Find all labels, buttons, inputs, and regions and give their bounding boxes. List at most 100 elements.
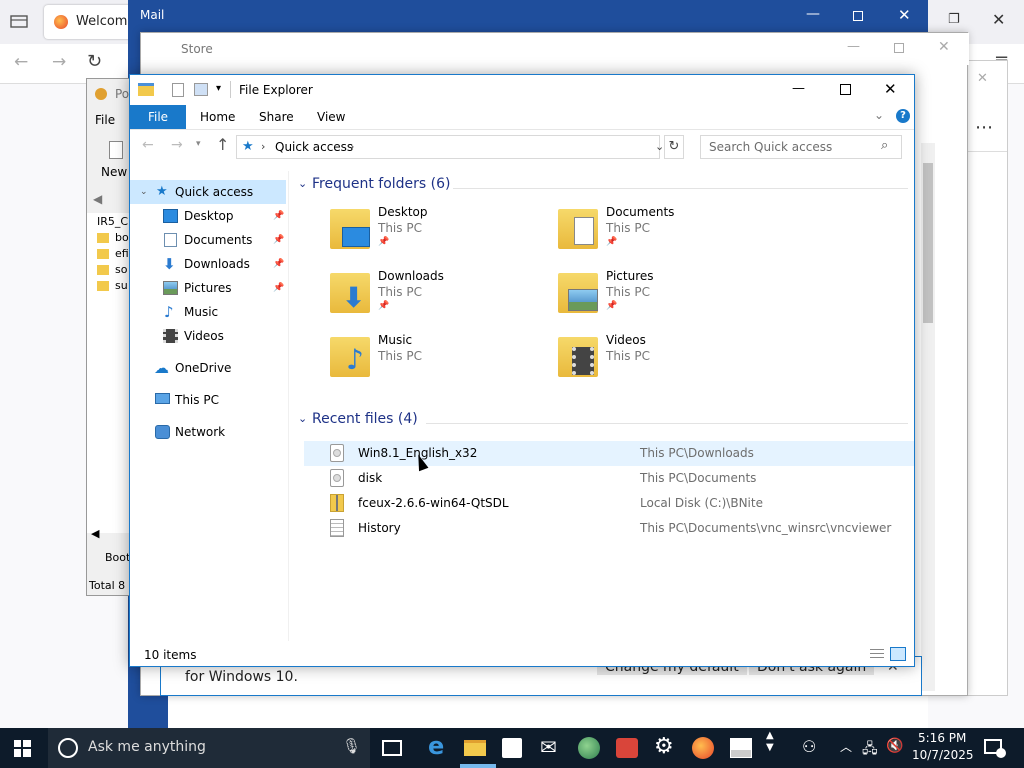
task-view-icon[interactable] xyxy=(382,740,402,756)
store-taskbar-icon[interactable] xyxy=(502,738,522,758)
edge-close-button[interactable]: ✕ xyxy=(977,71,988,86)
collapse-chevron-icon[interactable]: ⌄ xyxy=(298,412,307,425)
help-icon[interactable]: ? xyxy=(896,109,910,123)
tree-root[interactable]: IR5_C xyxy=(97,215,128,228)
explorer-close-button[interactable]: ✕ xyxy=(884,80,897,98)
collapse-chevron-icon[interactable]: ⌄ xyxy=(298,177,307,190)
nav-item-videos[interactable]: Videos xyxy=(130,324,286,348)
nav-item-desktop[interactable]: Desktop 📌 xyxy=(130,204,286,228)
network-tray-icon[interactable]: 🖧 xyxy=(862,738,878,762)
store-scroll-thumb[interactable] xyxy=(923,163,933,323)
firefox-close-button[interactable]: ✕ xyxy=(992,10,1005,29)
recent-file-row[interactable]: Win8.1_English_x32 This PC\Downloads xyxy=(304,441,914,466)
taskbar-overflow-icon[interactable]: ▲ ▼ xyxy=(766,730,774,754)
folder-tile-documents[interactable]: Documents This PC 📌 xyxy=(558,205,758,261)
pin-icon[interactable]: 📌 xyxy=(273,228,284,252)
globe-app-icon[interactable] xyxy=(578,737,600,759)
recent-file-row[interactable]: fceux-2.6.6-win64-QtSDL Local Disk (C:)\… xyxy=(304,491,914,516)
expand-ribbon-icon[interactable]: ⌄ xyxy=(874,108,884,122)
scroll-left-icon[interactable]: ◀ xyxy=(91,527,99,540)
volume-muted-icon[interactable]: 🔇 xyxy=(886,738,903,754)
pin-icon[interactable]: 📌 xyxy=(273,252,284,276)
clock-time[interactable]: 5:16 PM xyxy=(918,731,966,745)
store-maximize-button[interactable] xyxy=(894,43,904,53)
recent-files-group-header[interactable]: ⌄ Recent files (4) xyxy=(298,411,910,433)
address-dropdown-icon[interactable]: ⌄ xyxy=(655,140,664,153)
back-button-icon[interactable]: ← xyxy=(142,137,154,153)
firefox-tab-welcome[interactable]: Welcome xyxy=(44,5,135,39)
pin-icon[interactable]: 📌 xyxy=(273,204,284,228)
recent-file-row[interactable]: disk This PC\Documents xyxy=(304,466,914,491)
nav-item-downloads[interactable]: ⬇ Downloads 📌 xyxy=(130,252,286,276)
explorer-maximize-button[interactable] xyxy=(840,84,851,95)
nav-item-network[interactable]: Network xyxy=(130,420,286,444)
pin-icon[interactable]: 📌 xyxy=(606,237,617,247)
folder-tile-videos[interactable]: Videos This PC xyxy=(558,333,758,389)
ribbon-tab-home[interactable]: Home xyxy=(200,110,235,124)
pin-icon[interactable]: 📌 xyxy=(378,237,389,247)
pin-icon[interactable]: 📌 xyxy=(273,276,284,300)
mail-taskbar-icon[interactable]: ✉ xyxy=(540,735,557,759)
nav-quick-access[interactable]: ⌄ ★ Quick access xyxy=(130,180,286,204)
firefox-taskbar-icon[interactable] xyxy=(692,737,714,759)
pane-divider[interactable] xyxy=(288,171,289,641)
reload-icon[interactable]: ↻ xyxy=(87,51,102,72)
poweriso-menu-file[interactable]: File xyxy=(95,113,115,127)
explorer-minimize-button[interactable]: — xyxy=(792,81,805,96)
show-hidden-icons-chevron[interactable]: ︿ xyxy=(840,738,852,755)
photos-taskbar-icon[interactable] xyxy=(730,738,752,758)
firefox-restore-button[interactable]: ❐ xyxy=(948,12,960,27)
file-explorer-taskbar-icon[interactable] xyxy=(464,740,486,756)
expand-chevron-icon[interactable]: ⌄ xyxy=(140,180,148,204)
pin-icon[interactable]: 📌 xyxy=(606,301,617,311)
poweriso-taskbar-icon[interactable] xyxy=(616,738,638,758)
new-folder-icon[interactable] xyxy=(194,83,208,96)
ribbon-tab-view[interactable]: View xyxy=(317,110,345,124)
details-view-icon[interactable] xyxy=(870,649,884,661)
frequent-folders-group-header[interactable]: ⌄ Frequent folders (6) xyxy=(298,176,910,198)
recent-locations-icon[interactable]: ▾ xyxy=(196,139,201,149)
settings-gear-icon[interactable]: ⚙ xyxy=(654,734,674,759)
nav-item-onedrive[interactable]: ☁ OneDrive xyxy=(130,356,286,380)
ribbon-tab-share[interactable]: Share xyxy=(259,110,294,124)
folder-tile-music[interactable]: ♪ Music This PC xyxy=(330,333,530,389)
refresh-button-icon[interactable]: ↻ xyxy=(664,135,684,159)
folder-tile-desktop[interactable]: Desktop This PC 📌 xyxy=(330,205,530,261)
cortana-search-input[interactable]: Ask me anything xyxy=(88,739,206,755)
properties-icon[interactable] xyxy=(172,83,184,97)
search-input[interactable]: Search Quick access xyxy=(709,140,832,154)
nav-item-music[interactable]: ♪ Music xyxy=(130,300,286,324)
nav-item-this-pc[interactable]: This PC xyxy=(130,388,286,412)
search-box[interactable]: Search Quick access ⌕ xyxy=(700,135,902,159)
forward-arrow-icon[interactable]: → xyxy=(52,52,66,72)
breadcrumb-chevron-icon[interactable]: › xyxy=(350,140,354,153)
tab-list-icon[interactable] xyxy=(10,14,28,28)
search-icon[interactable]: ⌕ xyxy=(881,138,888,153)
people-icon[interactable]: ⚇ xyxy=(802,737,816,756)
poweriso-back-icon[interactable]: ◀ xyxy=(93,192,102,206)
cortana-search-box[interactable]: Ask me anything 🎙 xyxy=(48,728,370,768)
pin-icon[interactable]: 📌 xyxy=(378,301,389,311)
back-arrow-icon[interactable]: ← xyxy=(14,52,28,72)
recent-file-row[interactable]: History This PC\Documents\vnc_winsrc\vnc… xyxy=(304,516,914,541)
edge-browser-icon[interactable]: e xyxy=(428,732,444,760)
mail-minimize-button[interactable]: — xyxy=(806,6,820,22)
nav-item-documents[interactable]: Documents 📌 xyxy=(130,228,286,252)
microphone-icon[interactable]: 🎙 xyxy=(342,737,361,755)
forward-button-icon[interactable]: → xyxy=(171,137,183,153)
clock-date[interactable]: 10/7/2025 xyxy=(912,748,974,762)
folder-tile-pictures[interactable]: Pictures This PC 📌 xyxy=(558,269,758,325)
breadcrumb-quick-access[interactable]: Quick access xyxy=(275,140,353,154)
mail-maximize-button[interactable] xyxy=(853,11,863,21)
address-bar[interactable]: ★ › Quick access › ⌄ xyxy=(236,135,664,159)
store-minimize-button[interactable]: — xyxy=(847,39,860,54)
store-close-button[interactable]: ✕ xyxy=(938,39,950,55)
poweriso-new-button[interactable]: New xyxy=(101,165,127,179)
ribbon-tab-file[interactable]: File xyxy=(130,105,186,129)
folder-tile-downloads[interactable]: ⬇ Downloads This PC 📌 xyxy=(330,269,530,325)
up-button-icon[interactable]: ↑ xyxy=(216,135,229,154)
mail-close-button[interactable]: ✕ xyxy=(898,6,911,24)
large-icons-view-icon[interactable] xyxy=(890,647,906,661)
nav-item-pictures[interactable]: Pictures 📌 xyxy=(130,276,286,300)
qat-dropdown-icon[interactable]: ▾ xyxy=(216,83,221,94)
